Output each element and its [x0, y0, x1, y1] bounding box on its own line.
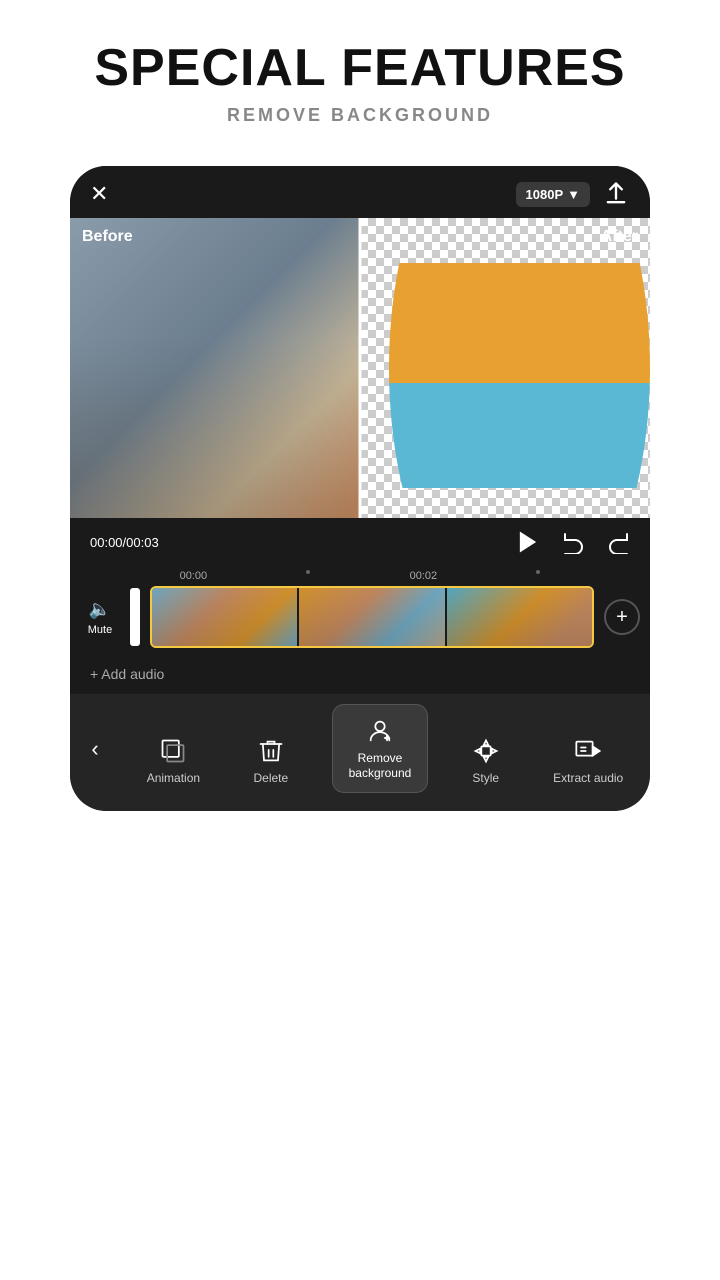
toolbar-item-delete[interactable]: Delete — [244, 729, 299, 793]
toolbar-item-style[interactable]: Style — [462, 729, 510, 793]
delete-label: Delete — [254, 771, 289, 785]
before-preview: Before — [70, 218, 360, 518]
delete-icon — [257, 737, 285, 765]
marker-1 — [306, 570, 310, 582]
marker-3 — [536, 570, 540, 582]
timeline-clips[interactable] — [150, 586, 594, 648]
toolbar-items: Animation Delete — [120, 704, 650, 793]
extract-audio-icon — [574, 737, 602, 765]
time-display: 00:00/00:03 — [90, 535, 159, 550]
phone-mockup: ✕ 1080P ▼ Before — [0, 166, 720, 811]
bottom-toolbar: ‹ Animation — [70, 694, 650, 811]
clip-handle-left[interactable] — [130, 588, 140, 646]
toolbar-item-animation[interactable]: Animation — [137, 729, 210, 793]
clip-thumbnail-1 — [152, 588, 297, 646]
preview-divider — [359, 218, 362, 518]
toolbar-item-remove-bg[interactable]: Removebackground — [332, 704, 429, 793]
phone-screen: ✕ 1080P ▼ Before — [70, 166, 650, 811]
resolution-badge[interactable]: 1080P ▼ — [516, 182, 590, 207]
page-subtitle: REMOVE BACKGROUND — [20, 105, 700, 126]
controls-bar: 00:00/00:03 — [70, 518, 650, 566]
remove-bg-label: Removebackground — [349, 751, 412, 780]
top-bar-right: 1080P ▼ — [516, 180, 630, 208]
add-audio-label: + Add audio — [90, 666, 164, 682]
animation-label: Animation — [147, 771, 200, 785]
clip-thumbnail-3 — [447, 588, 592, 646]
add-audio-bar[interactable]: + Add audio — [70, 658, 650, 694]
clip-thumbnail-2 — [299, 588, 444, 646]
toolbar-item-extract-audio[interactable]: Extract audio — [543, 729, 633, 793]
play-button[interactable] — [514, 528, 542, 556]
timeline-markers: 00:00 00:02 — [70, 570, 650, 586]
timeline-bar: 00:00 00:02 🔈 Mute + — [70, 566, 650, 658]
top-bar: ✕ 1080P ▼ — [70, 166, 650, 218]
export-icon[interactable] — [602, 180, 630, 208]
after-preview: After — [360, 218, 650, 518]
redo-button[interactable] — [606, 530, 630, 554]
style-label: Style — [472, 771, 499, 785]
back-button[interactable]: ‹ — [70, 704, 120, 793]
mute-icon: 🔈 — [89, 599, 111, 620]
remove-bg-icon — [366, 717, 394, 745]
undo-button[interactable] — [562, 530, 586, 554]
style-icon — [472, 737, 500, 765]
extract-audio-label: Extract audio — [553, 771, 623, 785]
before-label: Before — [82, 228, 133, 246]
timeline-scroll: 🔈 Mute + — [70, 586, 650, 658]
page-title: SPECIAL FEATURES — [20, 40, 700, 97]
after-label: After — [601, 228, 638, 246]
marker-0: 00:00 — [180, 570, 208, 582]
mute-label: Mute — [88, 624, 112, 636]
header-section: SPECIAL FEATURES REMOVE BACKGROUND — [0, 0, 720, 146]
person-cutout — [360, 218, 650, 518]
animation-icon — [159, 737, 187, 765]
close-button[interactable]: ✕ — [90, 181, 108, 207]
add-clip-button[interactable]: + — [604, 599, 640, 635]
playback-controls — [514, 528, 630, 556]
marker-2: 00:02 — [410, 570, 438, 582]
mute-button[interactable]: 🔈 Mute — [80, 599, 120, 636]
video-preview: Before After — [70, 218, 650, 518]
